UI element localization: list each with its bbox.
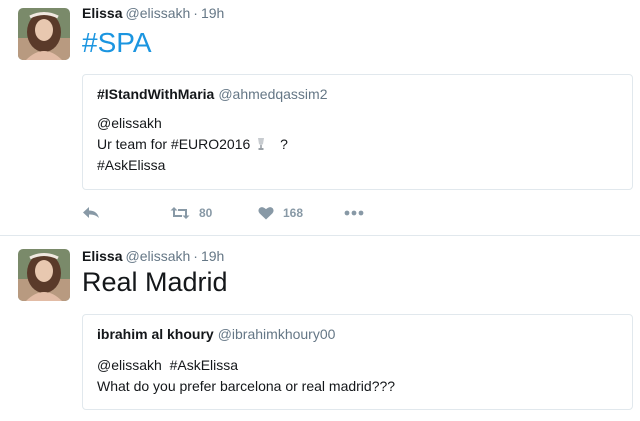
reply-button[interactable]	[82, 203, 100, 223]
tweet: Elissa @elissakh · 19h #SPA #IStandWithMari…	[0, 0, 640, 236]
quote-line: @elissakh #AskElissa	[97, 357, 239, 373]
tweet-text: Real Madrid	[82, 267, 228, 297]
trophy-emoji-icon	[256, 136, 266, 150]
quoted-tweet[interactable]: #IStandWithMaria @ahmedqassim2 @elissakh …	[82, 74, 633, 190]
avatar[interactable]	[18, 249, 70, 301]
author-handle[interactable]: @elissakh	[125, 5, 190, 21]
quote-line: What do you prefer barcelona or real mad…	[97, 378, 396, 394]
quote-line-text: ?	[280, 136, 288, 152]
quote-line: @elissakh	[97, 115, 162, 131]
quote-text: @elissakh #AskElissa What do you prefer …	[97, 355, 395, 397]
quoted-tweet[interactable]: ibrahim al khoury @ibrahimkhoury00 @eliss…	[82, 314, 633, 410]
more-icon	[344, 210, 364, 216]
quote-author-name: ibrahim al khoury	[97, 326, 214, 342]
tweet: Elissa @elissakh · 19h Real Madrid ibrahim …	[0, 237, 640, 421]
quote-line: Ur team for #EURO2016 ?	[97, 134, 288, 155]
tweet-timestamp[interactable]: 19h	[201, 248, 224, 264]
like-count: 168	[283, 206, 304, 220]
quote-line: #AskElissa	[97, 157, 166, 173]
tweet-actions: 80 168	[82, 203, 382, 223]
avatar[interactable]	[18, 8, 70, 60]
tweet-header: Elissa @elissakh · 19h	[82, 5, 224, 21]
reply-icon	[82, 206, 100, 220]
tweet-text-hashtag[interactable]: #SPA	[82, 27, 152, 59]
time-separator: ·	[193, 248, 198, 264]
like-button[interactable]: 168	[258, 203, 303, 223]
author-handle[interactable]: @elissakh	[125, 248, 190, 264]
author-name[interactable]: Elissa	[82, 248, 122, 264]
retweet-button[interactable]: 80	[170, 203, 212, 223]
tweet-timestamp[interactable]: 19h	[201, 5, 224, 21]
quote-author-name: #IStandWithMaria	[97, 86, 215, 102]
quote-header: ibrahim al khoury @ibrahimkhoury00	[97, 326, 335, 342]
quote-author-handle: @ahmedqassim2	[218, 86, 328, 102]
retweet-count: 80	[199, 206, 213, 220]
retweet-icon	[170, 206, 190, 220]
quote-header: #IStandWithMaria @ahmedqassim2	[97, 86, 328, 102]
more-button[interactable]	[344, 203, 364, 223]
author-name[interactable]: Elissa	[82, 5, 122, 21]
quote-text: @elissakh Ur team for #EURO2016 ? #AskEl…	[97, 113, 288, 176]
time-separator: ·	[193, 5, 198, 21]
quote-author-handle: @ibrahimkhoury00	[217, 326, 336, 342]
quote-line-text: Ur team for #EURO2016	[97, 136, 251, 152]
heart-icon	[258, 206, 274, 220]
tweet-header: Elissa @elissakh · 19h	[82, 248, 224, 264]
